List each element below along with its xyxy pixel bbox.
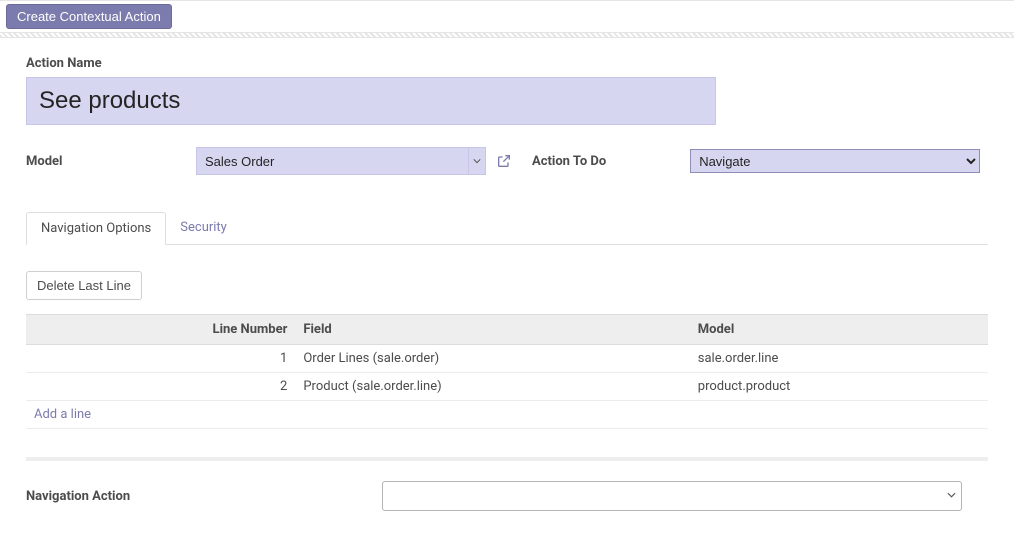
cell-model: sale.order.line: [690, 345, 988, 373]
navigation-lines-table: Line Number Field Model 1 Order Lines (s…: [26, 314, 988, 429]
tab-navigation-options[interactable]: Navigation Options: [26, 212, 166, 245]
col-model: Model: [690, 315, 988, 345]
delete-last-line-button[interactable]: Delete Last Line: [26, 271, 142, 300]
cell-model: product.product: [690, 373, 988, 401]
cell-field: Order Lines (sale.order): [295, 345, 689, 373]
external-link-icon[interactable]: [494, 151, 514, 171]
tab-bar: Navigation Options Security: [26, 211, 988, 245]
cell-line-number: 2: [26, 373, 295, 401]
model-label: Model: [26, 154, 63, 169]
table-row[interactable]: 1 Order Lines (sale.order) sale.order.li…: [26, 345, 988, 373]
action-name-label: Action Name: [26, 56, 988, 71]
cell-line-number: 1: [26, 345, 295, 373]
col-line-number: Line Number: [26, 315, 295, 345]
action-name-input[interactable]: [26, 77, 716, 125]
navigation-action-input[interactable]: [382, 481, 962, 511]
cell-field: Product (sale.order.line): [295, 373, 689, 401]
col-field: Field: [295, 315, 689, 345]
table-row[interactable]: 2 Product (sale.order.line) product.prod…: [26, 373, 988, 401]
navigation-action-label: Navigation Action: [26, 489, 382, 504]
action-to-do-label: Action To Do: [532, 154, 606, 169]
add-line-link[interactable]: Add a line: [26, 401, 988, 429]
tab-security[interactable]: Security: [166, 212, 241, 245]
create-contextual-action-button[interactable]: Create Contextual Action: [6, 4, 172, 29]
model-input[interactable]: [196, 147, 486, 175]
chevron-down-icon[interactable]: [468, 147, 486, 175]
action-to-do-select[interactable]: Navigate: [690, 149, 980, 173]
